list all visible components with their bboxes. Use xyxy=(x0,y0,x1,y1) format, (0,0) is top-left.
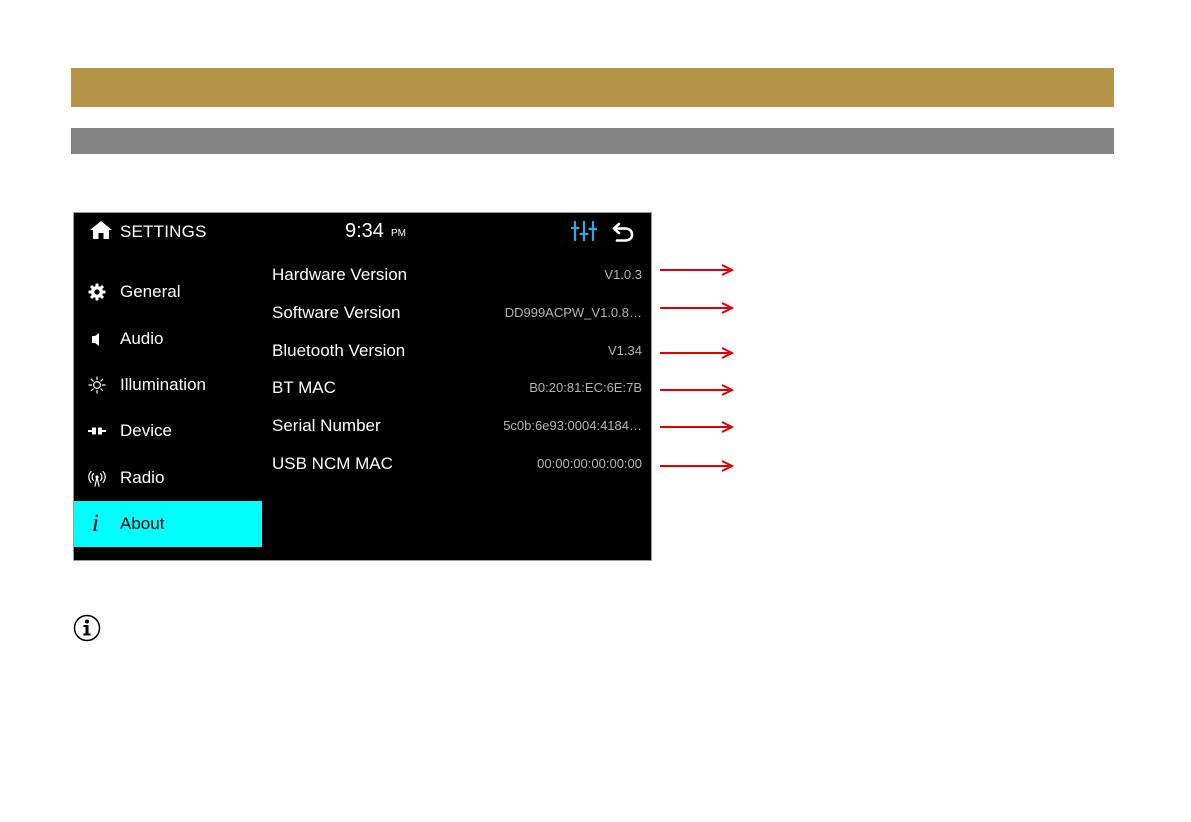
section-header-bar xyxy=(71,68,1114,107)
callout-arrow-icon xyxy=(660,421,734,433)
info-row-hardware-version: Hardware Version V1.0.3 xyxy=(272,257,642,295)
note-info-icon xyxy=(73,614,101,642)
info-row-usb-ncm-mac: USB NCM MAC 00:00:00:00:00:00 xyxy=(272,446,642,484)
info-label: BT MAC xyxy=(272,378,336,398)
info-row-serial-number: Serial Number 5c0b:6e93:0004:4184… xyxy=(272,408,642,446)
callout-arrow-icon xyxy=(660,347,734,359)
info-value: 00:00:00:00:00:00 xyxy=(537,455,642,471)
back-icon[interactable] xyxy=(611,221,635,243)
clock-ampm: PM xyxy=(391,228,406,239)
settings-screen: SETTINGS 9:34 PM General Audio Illuminat… xyxy=(73,212,652,561)
info-label: Serial Number xyxy=(272,416,381,436)
about-info-list: Hardware Version V1.0.3 Software Version… xyxy=(272,257,642,484)
info-value: V1.34 xyxy=(608,342,642,358)
info-label: Software Version xyxy=(272,302,401,322)
sidebar-item-radio[interactable]: Radio xyxy=(74,455,262,501)
home-icon[interactable] xyxy=(89,220,113,240)
sun-icon xyxy=(88,376,106,394)
sidebar-item-label: Audio xyxy=(120,328,164,348)
info-label: Bluetooth Version xyxy=(272,340,406,360)
sidebar-item-illumination[interactable]: Illumination xyxy=(74,362,262,408)
sidebar-item-label: Radio xyxy=(120,467,165,487)
info-row-bluetooth-version: Bluetooth Version V1.34 xyxy=(272,333,642,371)
callout-arrow-icon xyxy=(660,384,734,396)
plug-icon xyxy=(88,427,106,435)
info-row-bt-mac: BT MAC B0:20:81:EC:6E:7B xyxy=(272,370,642,408)
sidebar-item-label: Device xyxy=(120,421,172,441)
clock-time: 9:34 xyxy=(345,220,384,242)
info-row-software-version: Software Version DD999ACPW_V1.0.8… xyxy=(272,295,642,333)
gear-icon xyxy=(88,283,106,301)
antenna-icon xyxy=(88,470,106,487)
info-value: 5c0b:6e93:0004:4184… xyxy=(503,418,642,434)
sidebar-item-label: About xyxy=(120,514,165,534)
callout-arrow-icon xyxy=(660,264,734,276)
sidebar-item-device[interactable]: Device xyxy=(74,408,262,454)
info-label: Hardware Version xyxy=(272,265,408,284)
equalizer-icon[interactable] xyxy=(571,220,597,242)
callout-arrow-icon xyxy=(660,460,734,472)
info-value: B0:20:81:EC:6E:7B xyxy=(529,380,642,396)
info-icon: i xyxy=(92,510,99,538)
subsection-header-bar xyxy=(71,128,1114,154)
sidebar-item-label: General xyxy=(120,282,181,302)
info-value: DD999ACPW_V1.0.8… xyxy=(504,304,642,320)
callout-arrow-icon xyxy=(660,302,734,314)
settings-sidebar: General Audio Illumination Device Radio … xyxy=(74,269,262,548)
speaker-icon xyxy=(92,332,99,346)
sidebar-item-general[interactable]: General xyxy=(74,269,262,315)
sidebar-item-about[interactable]: i About xyxy=(74,500,262,548)
top-bar: SETTINGS 9:34 PM xyxy=(74,213,651,251)
info-label: USB NCM MAC xyxy=(272,453,393,473)
sidebar-item-audio[interactable]: Audio xyxy=(74,315,262,361)
info-value: V1.0.3 xyxy=(604,267,642,282)
sidebar-item-label: Illumination xyxy=(120,374,206,394)
screen-title: SETTINGS xyxy=(120,222,207,241)
